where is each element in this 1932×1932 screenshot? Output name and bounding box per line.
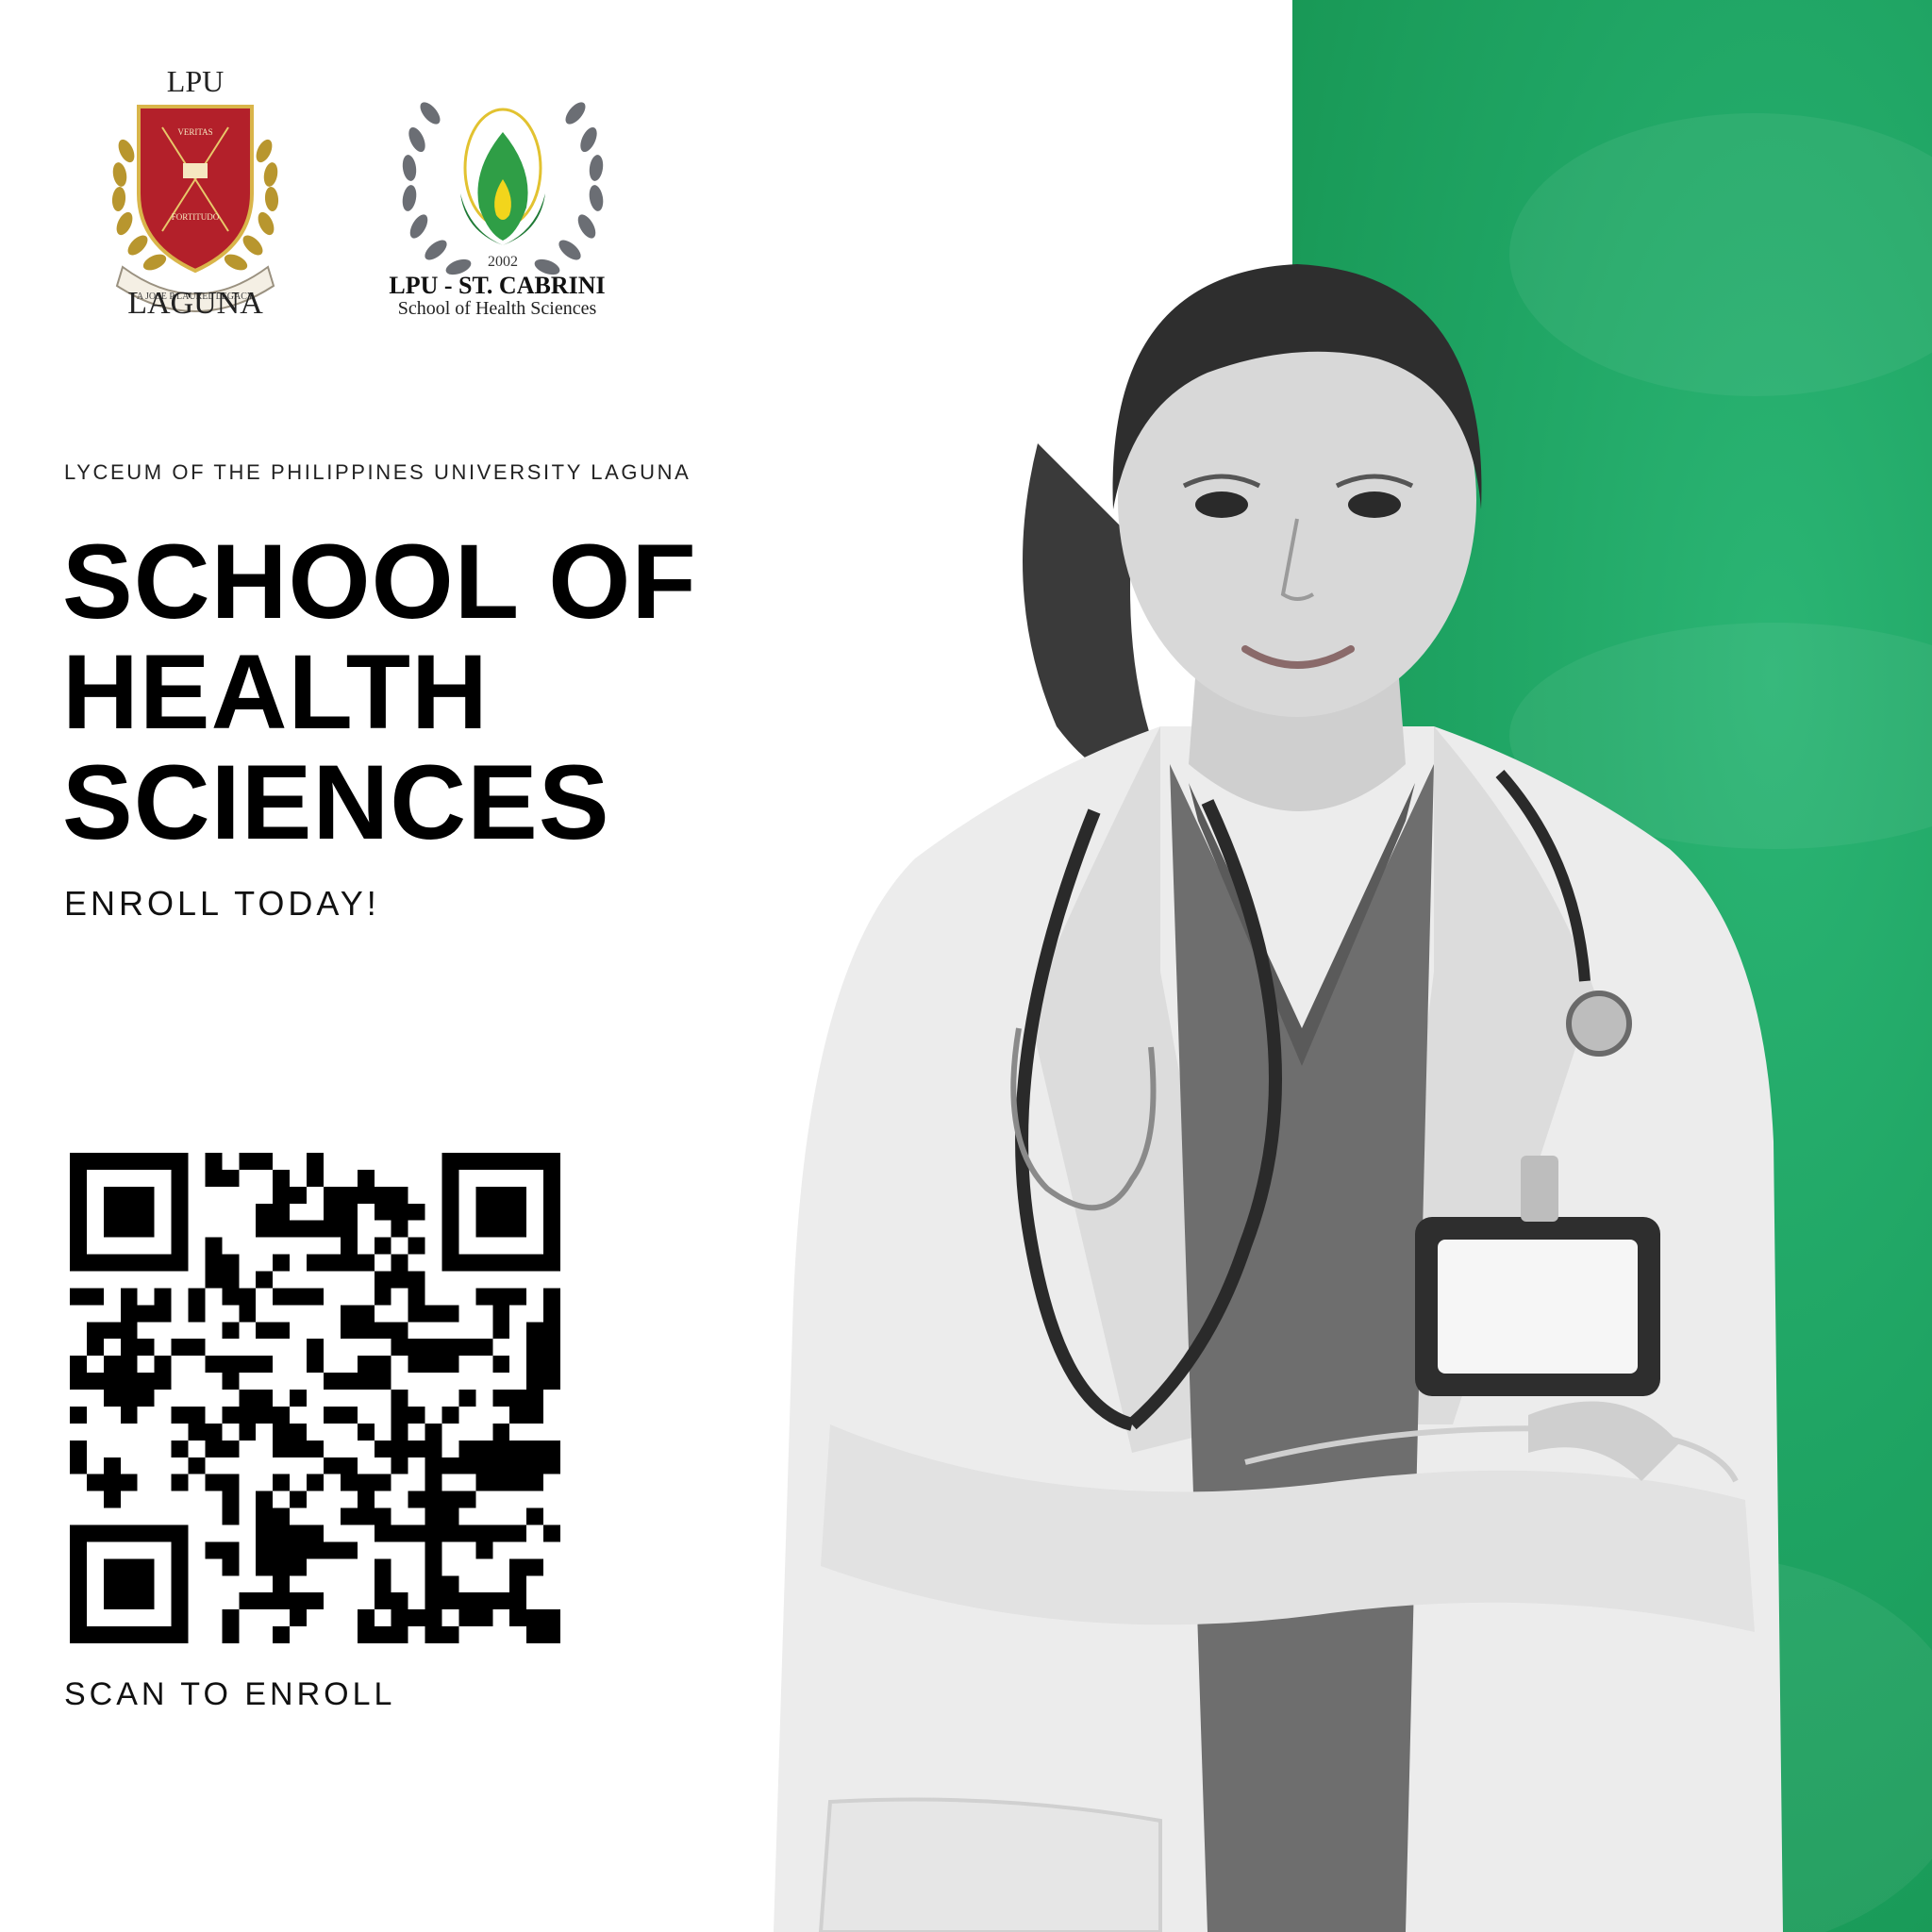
headline-line-3: SCIENCES bbox=[62, 743, 610, 861]
university-name: LYCEUM OF THE PHILIPPINES UNIVERSITY LAG… bbox=[64, 460, 691, 484]
lpu-logo-top-text: LPU bbox=[166, 64, 225, 98]
cabrini-year: 2002 bbox=[488, 254, 518, 270]
headline-line-1: SCHOOL OF bbox=[62, 523, 697, 641]
headline-line-2: HEALTH bbox=[62, 633, 489, 751]
qr-caption: SCAN TO ENROLL bbox=[64, 1676, 396, 1712]
cabrini-logo-subtitle: School of Health Sciences bbox=[397, 298, 597, 319]
headline: SCHOOL OF HEALTH SCIENCES bbox=[62, 526, 779, 858]
lpu-logo-bottom-text: LAGUNA bbox=[127, 286, 263, 321]
enroll-cta: ENROLL TODAY! bbox=[64, 884, 380, 923]
svg-text:FORTITUDO: FORTITUDO bbox=[172, 212, 220, 222]
cabrini-logo-name: LPU - ST. CABRINI bbox=[389, 272, 606, 299]
qr-code-icon[interactable] bbox=[70, 1153, 560, 1643]
svg-text:VERITAS: VERITAS bbox=[177, 127, 212, 137]
doctor-photo bbox=[774, 264, 1783, 1932]
enrollment-poster: A JOSE P LAUREL LEGACY VERITAS FORTITUDO… bbox=[0, 0, 1932, 1932]
